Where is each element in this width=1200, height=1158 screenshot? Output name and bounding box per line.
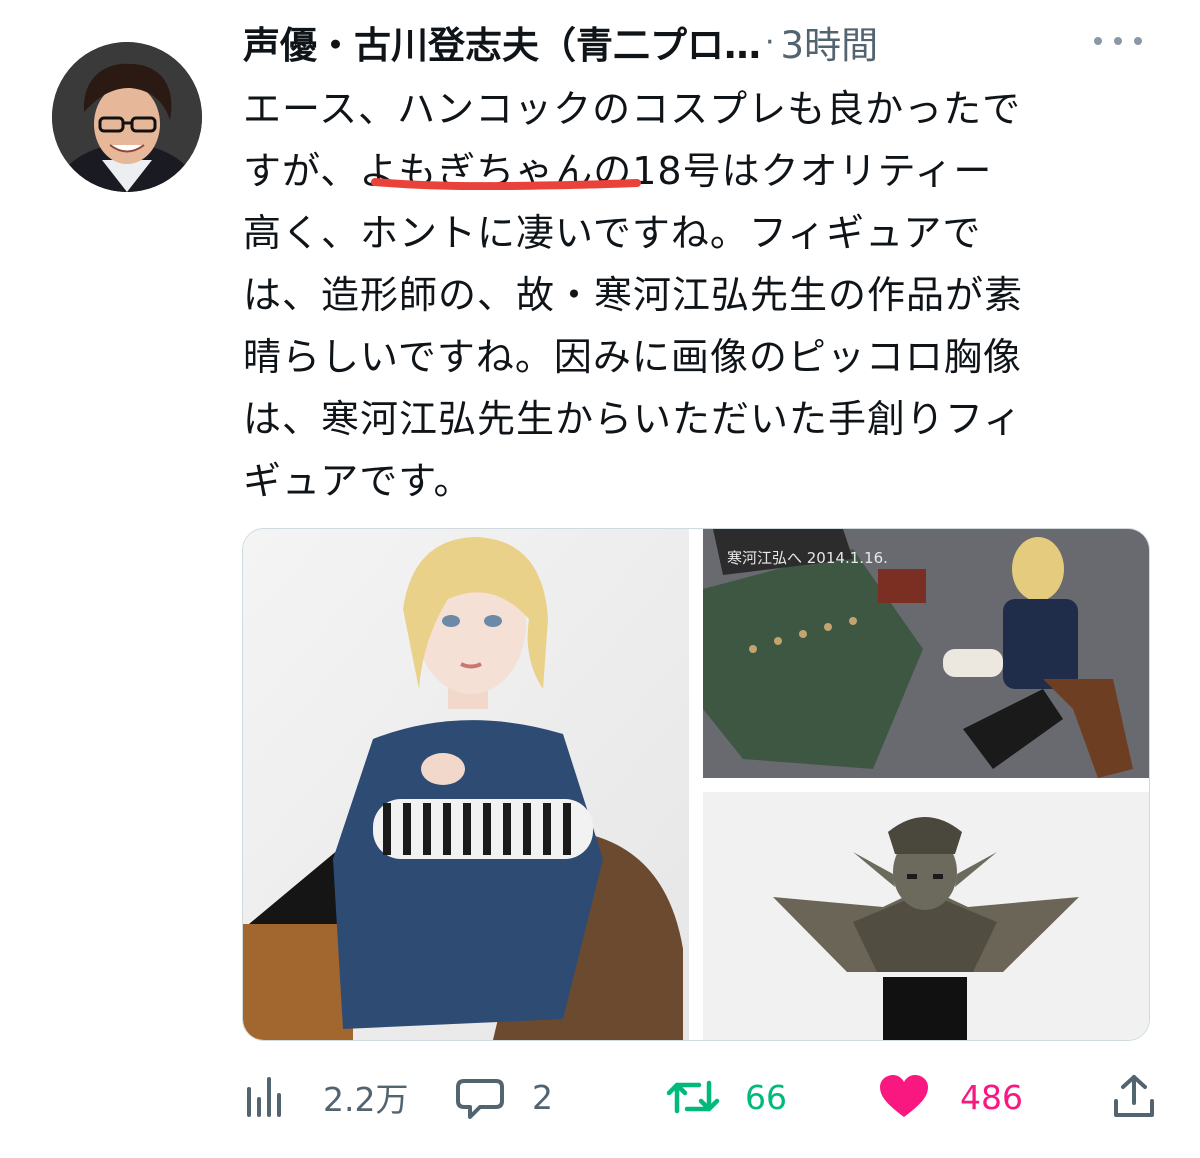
like-count: 486 [960, 1077, 1023, 1117]
tweet-text-line: 高く、ホントに凄いですね。フィギュアで [243, 211, 982, 255]
reply-button[interactable]: 2 [454, 1062, 553, 1132]
photo-figures[interactable]: 寒河江弘へ 2014.1.16. [703, 529, 1149, 778]
retweet-count: 66 [745, 1077, 787, 1117]
share-icon [1114, 1075, 1154, 1117]
heart-icon [880, 1075, 928, 1117]
views-count: 2.2万 [323, 1080, 409, 1119]
red-underline-annotation [371, 178, 641, 190]
tweet-text-line: は、造形師の、故・寒河江弘先生の作品が素 [243, 273, 1024, 317]
views-button[interactable]: 2.2万 [243, 1062, 408, 1132]
photo-piccolo-bust[interactable] [703, 792, 1149, 1040]
tweet-header: 声優・古川登志夫（青二プロ… · 3時間 [243, 14, 1183, 70]
tweet-text-line: エース、ハンコックのコスプレも良かったで [243, 87, 1022, 131]
share-button[interactable] [1111, 1062, 1157, 1132]
like-button[interactable]: 486 [878, 1062, 1023, 1132]
tweet-text-line: ギュアです。 [243, 459, 473, 503]
figure-signature: 寒河江弘へ 2014.1.16. [727, 549, 888, 567]
author-name[interactable]: 声優・古川登志夫（青二プロ… [243, 15, 761, 69]
bar-chart-icon [247, 1077, 281, 1117]
avatar-image [52, 42, 202, 192]
media-grid: 寒河江弘へ 2014.1.16. [242, 528, 1150, 1041]
tweet-text-line: は、寒河江弘先生からいただいた手創りフィ [243, 397, 1023, 441]
photo-cosplay[interactable] [243, 529, 689, 1040]
retweet-icon [666, 1080, 720, 1114]
tweet-text-line: 晴らしいですね。因みに画像のピッコロ胸像 [243, 335, 1022, 379]
tweet-timestamp[interactable]: 3時間 [781, 15, 879, 69]
more-dots-icon[interactable] [1094, 28, 1142, 54]
retweet-button[interactable]: 66 [665, 1062, 787, 1132]
reply-count: 2 [532, 1077, 553, 1117]
header-separator: · [765, 24, 775, 60]
speech-bubble-icon [456, 1079, 504, 1119]
author-avatar[interactable] [52, 42, 202, 192]
tweet-text-line: すが、よもぎちゃんの18号はクオリティー [243, 149, 993, 193]
tweet-action-bar: 2.2万 2 66 486 [243, 1062, 1163, 1132]
tweet-body: エース、ハンコックのコスプレも良かったで すが、よもぎちゃんの18号はクオリティ… [243, 78, 1163, 512]
